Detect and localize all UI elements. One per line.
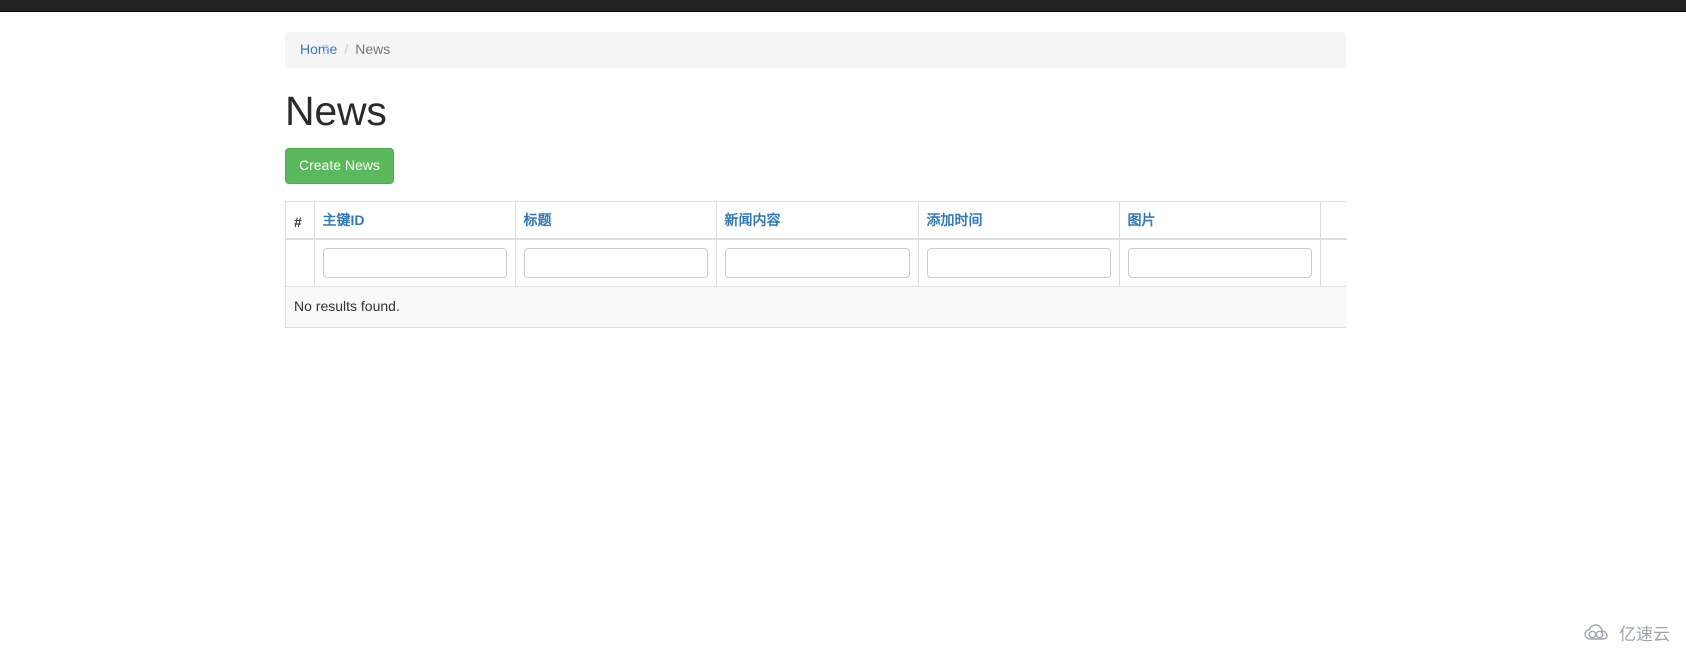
column-header-id-label: 主键ID xyxy=(322,212,365,229)
column-header-image[interactable]: 图片 xyxy=(1118,202,1320,241)
filter-cell-time xyxy=(917,239,1119,288)
column-header-id[interactable]: 主键ID xyxy=(313,202,515,241)
table-head: # 主键ID 标题 新闻内容 添加时间 图片 xyxy=(286,202,1347,241)
filter-cell-image xyxy=(1118,239,1320,288)
news-grid: # 主键ID 标题 新闻内容 添加时间 图片 No results found. xyxy=(285,201,1347,328)
filter-input-time[interactable] xyxy=(926,248,1111,279)
column-header-content[interactable]: 新闻内容 xyxy=(715,202,918,241)
filter-input-title[interactable] xyxy=(523,248,708,279)
filter-cell-num xyxy=(286,239,314,288)
column-header-actions xyxy=(1319,202,1347,241)
filter-input-id[interactable] xyxy=(322,248,507,279)
filter-cell-id xyxy=(313,239,515,288)
table-body: No results found. xyxy=(286,239,1347,327)
create-news-button[interactable]: Create News xyxy=(285,148,394,185)
filter-row xyxy=(286,239,1347,288)
filter-cell-content xyxy=(715,239,918,288)
cloud-icon xyxy=(1583,623,1613,643)
column-header-num: # xyxy=(286,202,314,241)
filter-input-content[interactable] xyxy=(724,248,910,279)
breadcrumb: Home / News xyxy=(285,32,1346,68)
breadcrumb-item-current: News xyxy=(355,41,391,58)
filter-cell-title xyxy=(514,239,716,288)
filter-cell-actions xyxy=(1319,239,1347,288)
toolbar: Create News xyxy=(285,134,1346,185)
table-header-row: # 主键ID 标题 新闻内容 添加时间 图片 xyxy=(286,202,1347,241)
breadcrumb-separator: / xyxy=(337,40,355,60)
watermark-text: 亿速云 xyxy=(1619,625,1670,644)
top-navbar xyxy=(0,0,1686,12)
column-header-content-label: 新闻内容 xyxy=(724,212,781,229)
page-container: Home / News News Create News # 主键ID 标题 新… xyxy=(285,12,1347,328)
filter-input-image[interactable] xyxy=(1127,248,1312,279)
page-title: News xyxy=(285,88,387,134)
news-table: # 主键ID 标题 新闻内容 添加时间 图片 No results found. xyxy=(286,202,1347,327)
column-header-image-label: 图片 xyxy=(1127,212,1156,229)
empty-row: No results found. xyxy=(286,286,1347,327)
column-header-time[interactable]: 添加时间 xyxy=(917,202,1119,241)
column-header-title-label: 标题 xyxy=(523,212,552,229)
watermark: 亿速云 xyxy=(1583,620,1670,645)
empty-message: No results found. xyxy=(286,286,1347,327)
column-header-time-label: 添加时间 xyxy=(926,212,983,229)
column-header-title[interactable]: 标题 xyxy=(514,202,716,241)
